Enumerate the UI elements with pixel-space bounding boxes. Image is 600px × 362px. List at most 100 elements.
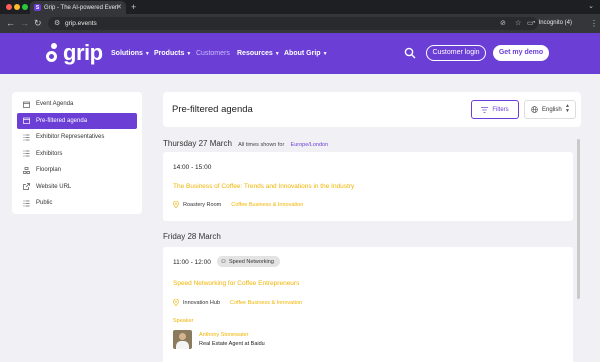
sidebar-item-event-agenda[interactable]: Event Agenda [17, 96, 137, 113]
filters-label: Filters [492, 106, 509, 113]
reload-icon[interactable]: ↻ [34, 17, 42, 29]
agenda-header: Pre-filtered agenda Filters English ▲ ▼ [163, 92, 581, 127]
session-card[interactable]: 11:00 - 12:00 ⚇ Speed Networking Speed N… [163, 247, 573, 362]
bookmark-star-icon[interactable]: ☆ [515, 17, 521, 30]
floorplan-icon [23, 166, 30, 174]
site-settings-icon[interactable]: ⚙ [54, 19, 60, 27]
window-minimize-button[interactable] [14, 4, 20, 10]
speaker-role: Real Estate Agent at Baidu [199, 341, 265, 347]
external-link-icon [23, 183, 30, 191]
incognito-icon: ◔ [532, 20, 536, 26]
nav-label: Customers [196, 50, 230, 57]
grip-logo[interactable]: grip [46, 42, 103, 64]
customer-login-button[interactable]: Customer login [426, 45, 486, 61]
forward-arrow-icon[interactable]: → [20, 17, 29, 29]
browser-menu-icon[interactable]: ⋮ [590, 17, 598, 30]
speaker-avatar[interactable] [173, 330, 192, 349]
back-arrow-icon[interactable]: ← [6, 17, 15, 29]
nav-label: Products [154, 50, 185, 57]
browser-toolbar: ← → ↻ ⚙ grip.events ⊘ ☆ ▭ ◔ Incognito (4… [0, 14, 600, 33]
location-name: Innovation Hub [183, 299, 220, 306]
timezone-link[interactable]: Europe/London [291, 142, 329, 148]
day-date: Thursday 27 March [163, 139, 232, 148]
sidebar-item-exhibitor-representatives[interactable]: Exhibitor Representatives [17, 129, 137, 146]
session-card[interactable]: 14:00 - 15:00 The Business of Coffee: Tr… [163, 152, 573, 221]
calendar-icon [23, 117, 30, 125]
day-date: Friday 28 March [163, 232, 221, 241]
sidebar-item-label: Floorplan [36, 167, 62, 174]
globe-icon [531, 106, 538, 113]
tab-title: Grip - The AI-powered Even [44, 4, 119, 11]
filter-icon [481, 106, 489, 113]
url-text: grip.events [65, 20, 97, 27]
location-pin-icon [173, 201, 179, 208]
nav-solutions[interactable]: Solutions ▼ [111, 33, 150, 74]
language-value: English [542, 106, 562, 113]
sidebar-item-exhibitors[interactable]: Exhibitors [17, 146, 137, 163]
calendar-icon [23, 101, 30, 108]
nav-about-grip[interactable]: About Grip ▼ [284, 33, 328, 74]
nav-products[interactable]: Products ▼ [154, 33, 191, 74]
page-title: Pre-filtered agenda [172, 104, 253, 115]
sidebar-item-pre-filtered-agenda[interactable]: Pre-filtered agenda [17, 112, 137, 129]
agenda-scrollbar[interactable] [577, 139, 580, 299]
session-title[interactable]: The Business of Coffee: Trends and Innov… [173, 183, 354, 190]
window-close-button[interactable] [6, 4, 12, 10]
chevron-down-icon: ▼ [322, 51, 328, 57]
sidebar-item-label: Exhibitors [36, 150, 63, 157]
list-icon [23, 150, 30, 157]
session-track[interactable]: Coffee Business & Innovation [230, 300, 302, 306]
networking-icon: ⚇ [221, 258, 226, 265]
sidebar-item-public[interactable]: Public [17, 195, 137, 212]
sidebar-item-label: Pre-filtered agenda [36, 117, 88, 124]
new-tab-button[interactable]: + [131, 1, 136, 13]
incognito-label: Incognito (4) [538, 20, 572, 26]
logo-text: grip [63, 40, 103, 65]
session-type-badge: ⚇ Speed Networking [217, 256, 280, 267]
agenda-list[interactable]: Thursday 27 March All times shown for Eu… [163, 132, 581, 362]
chevron-down-icon: ▼ [144, 51, 150, 57]
sidebar-item-label: Event Agenda [36, 101, 74, 108]
nav-label: About Grip [284, 50, 321, 57]
speaker-name[interactable]: Anthony Stonewater [199, 332, 249, 338]
sidebar-item-label: Public [36, 200, 53, 207]
tab-search-chevron-icon[interactable]: ⌄ [588, 1, 594, 13]
day-heading: Thursday 27 March All times shown for Eu… [163, 139, 573, 148]
tab-close-icon[interactable]: ✕ [116, 1, 122, 14]
sidebar-item-website-url[interactable]: Website URL [17, 179, 137, 196]
language-select[interactable]: English ▲ ▼ [524, 100, 576, 119]
search-icon[interactable] [404, 47, 416, 59]
nav-customers[interactable]: Customers [196, 33, 230, 74]
speaker-heading: Speaker [173, 318, 194, 324]
session-location: Innovation Hub Coffee Business & Innovat… [173, 299, 302, 306]
chevron-down-icon: ▼ [186, 51, 192, 57]
timezone-note: All times shown for [238, 142, 285, 148]
session-title[interactable]: Speed Networking for Coffee Entrepreneur… [173, 280, 299, 287]
location-pin-icon [173, 299, 179, 306]
nav-resources[interactable]: Resources ▼ [237, 33, 280, 74]
grip-favicon-icon: S [34, 4, 41, 11]
day-heading: Friday 28 March [163, 232, 573, 241]
eye-off-icon[interactable]: ⊘ [500, 17, 506, 30]
list-icon [23, 200, 30, 207]
select-arrows-icon: ▲ ▼ [565, 103, 570, 114]
session-time: 11:00 - 12:00 [173, 259, 211, 266]
browser-tab-bar: S Grip - The AI-powered Even ✕ + ⌄ [0, 0, 600, 14]
site-header: grip Solutions ▼ Products ▼ Customers Reso… [0, 33, 600, 74]
window-maximize-button[interactable] [22, 4, 28, 10]
sidebar: Event Agenda Pre-filtered agenda Exhibit… [12, 92, 142, 214]
session-location: Roastery Room Coffee Business & Innovati… [173, 201, 303, 208]
session-time: 14:00 - 15:00 [173, 164, 212, 171]
grip-logo-mark-icon [46, 43, 60, 63]
address-bar[interactable]: ⚙ grip.events ⊘ ☆ ▭ [48, 17, 538, 30]
sidebar-item-floorplan[interactable]: Floorplan [17, 162, 137, 179]
get-demo-button[interactable]: Get my demo [493, 45, 549, 61]
incognito-indicator[interactable]: ◔ Incognito (4) [532, 17, 572, 30]
sidebar-item-label: Website URL [36, 183, 72, 190]
browser-tab[interactable]: S Grip - The AI-powered Even ✕ [30, 1, 126, 14]
session-track[interactable]: Coffee Business & Innovation [231, 202, 303, 208]
location-name: Roastery Room [183, 201, 222, 208]
badge-label: Speed Networking [228, 258, 274, 265]
list-icon [23, 134, 30, 141]
filters-button[interactable]: Filters [471, 100, 519, 119]
